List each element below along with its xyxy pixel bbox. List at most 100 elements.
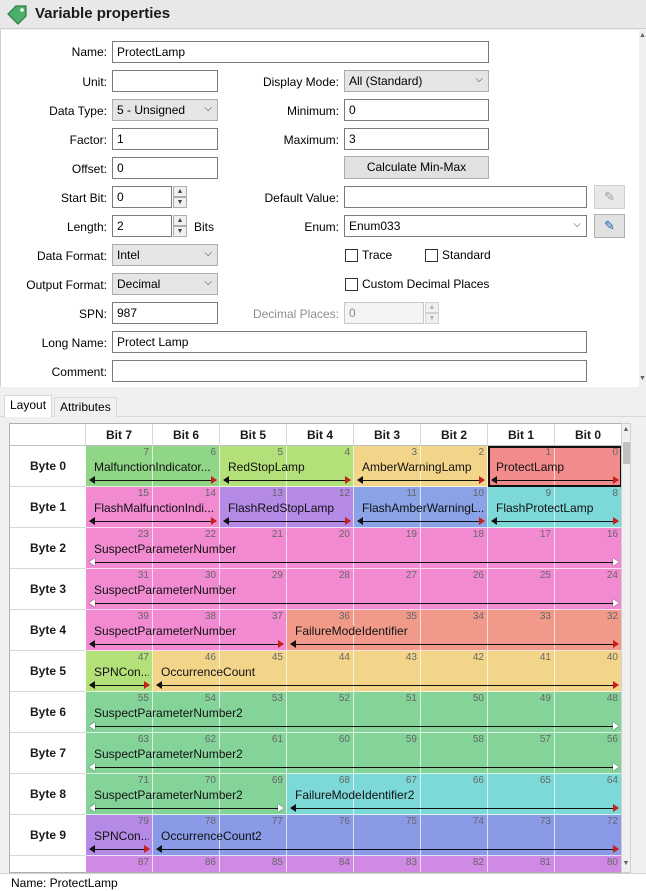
signal-extent-line xyxy=(358,521,484,522)
maximum-input[interactable]: 3 xyxy=(344,128,489,150)
bit-number: 50 xyxy=(472,693,484,704)
scroll-down-icon[interactable]: ▼ xyxy=(639,375,646,383)
bit-number: 45 xyxy=(271,652,283,663)
bit-number: 49 xyxy=(539,693,551,704)
start-bit-label: Start Bit: xyxy=(60,191,107,205)
signal-label[interactable]: SuspectParameterNumber xyxy=(94,542,618,556)
signal-label[interactable]: SuspectParameterNumber xyxy=(94,624,283,638)
spin-up-icon[interactable]: ▲ xyxy=(173,186,187,197)
length-spinner[interactable]: ▲ ▼ xyxy=(173,215,187,237)
signal-label[interactable]: RedStopLamp xyxy=(228,460,350,474)
bit-number: 83 xyxy=(405,857,417,868)
bit-number: 55 xyxy=(137,693,149,704)
output-format-select[interactable]: Decimal ⌵ xyxy=(112,273,218,295)
spin-up-icon[interactable]: ▲ xyxy=(425,302,439,313)
lsb-marker-icon xyxy=(479,476,485,484)
data-type-select[interactable]: 5 - Unsigned ⌵ xyxy=(112,99,218,121)
signal-label[interactable]: SPNCon... xyxy=(94,829,149,843)
bit-number: 43 xyxy=(405,652,417,663)
signal-extent-line xyxy=(492,521,618,522)
spn-label: SPN: xyxy=(78,307,107,321)
custom-decimal-label: Custom Decimal Places xyxy=(362,277,490,291)
signal-label[interactable]: MalfunctionIndicator... xyxy=(94,460,216,474)
bit-number: 77 xyxy=(271,816,283,827)
signal-label[interactable]: FailureModeIdentifier2 xyxy=(295,788,618,802)
bit-number: 17 xyxy=(539,529,551,540)
signal-label[interactable]: FlashAmberWarningL... xyxy=(362,501,484,515)
signal-label[interactable]: OccurrenceCount2 xyxy=(161,829,618,843)
spin-up-icon[interactable]: ▲ xyxy=(173,215,187,226)
scroll-up-icon[interactable]: ▲ xyxy=(622,426,630,433)
default-value-input[interactable] xyxy=(344,186,587,208)
bit-number: 84 xyxy=(338,857,350,868)
calculate-min-max-button[interactable]: Calculate Min-Max xyxy=(344,156,489,179)
properties-scrollbar[interactable]: ▲ ▼ xyxy=(639,30,646,387)
custom-decimal-checkbox[interactable]: Custom Decimal Places xyxy=(345,277,505,293)
signal-extent-line xyxy=(291,644,618,645)
byte-row-header: Byte 5 xyxy=(10,651,86,692)
edit-enum-button[interactable]: ✎ xyxy=(594,214,625,238)
signal-label[interactable]: AmberWarningLamp xyxy=(362,460,484,474)
arrow-left-icon xyxy=(89,640,95,648)
signal-label[interactable]: SPNCon... xyxy=(94,665,149,679)
signal-label[interactable]: SuspectParameterNumber2 xyxy=(94,788,283,802)
arrow-left-icon xyxy=(357,476,363,484)
edit-default-button[interactable]: ✎ xyxy=(594,185,625,209)
bit-number: 9 xyxy=(545,488,551,499)
bit-number: 47 xyxy=(137,652,149,663)
grid-scrollbar[interactable]: ▲ ▼ xyxy=(621,423,631,873)
spin-down-icon[interactable]: ▼ xyxy=(173,226,187,237)
bit-number: 29 xyxy=(271,570,283,581)
signal-label[interactable]: FlashRedStopLamp xyxy=(228,501,350,515)
decimal-places-input[interactable]: 0 xyxy=(344,302,424,324)
signal-label[interactable]: SuspectParameterNumber xyxy=(94,583,618,597)
output-format-value: Decimal xyxy=(117,277,161,291)
enum-select[interactable]: Enum033 ⌵ xyxy=(344,215,587,237)
unit-input[interactable] xyxy=(112,70,218,92)
bit-number: 10 xyxy=(472,488,484,499)
scroll-thumb[interactable] xyxy=(623,442,630,464)
length-input[interactable]: 2 xyxy=(112,215,172,237)
bit-number: 8 xyxy=(612,488,618,499)
decimal-places-spinner[interactable]: ▲ ▼ xyxy=(425,302,439,324)
checkbox-box[interactable] xyxy=(425,249,438,262)
start-bit-spinner[interactable]: ▲ ▼ xyxy=(173,186,187,208)
bit-number: 26 xyxy=(472,570,484,581)
bit-layout-grid[interactable]: Bit 7 Bit 6 Bit 5 Bit 4 Bit 3 Bit 2 Bit 1 Bit 0… xyxy=(9,423,631,873)
tab-attributes[interactable]: Attributes xyxy=(54,397,117,417)
signal-label[interactable]: SuspectParameterNumber2 xyxy=(94,747,618,761)
scroll-down-icon[interactable]: ▼ xyxy=(622,860,630,867)
spin-down-icon[interactable]: ▼ xyxy=(425,313,439,324)
checkbox-box[interactable] xyxy=(345,249,358,262)
bit-number: 41 xyxy=(539,652,551,663)
checkbox-box[interactable] xyxy=(345,278,358,291)
start-bit-input[interactable]: 0 xyxy=(112,186,172,208)
scroll-up-icon[interactable]: ▲ xyxy=(639,32,646,40)
long-name-input[interactable]: Protect Lamp xyxy=(112,331,587,353)
name-input[interactable]: ProtectLamp xyxy=(112,41,489,63)
data-format-value: Intel xyxy=(117,248,140,262)
signal-label[interactable]: OccurrenceCount xyxy=(161,665,618,679)
comment-input[interactable] xyxy=(112,360,587,382)
factor-input[interactable]: 1 xyxy=(112,128,218,150)
spin-down-icon[interactable]: ▼ xyxy=(173,197,187,208)
signal-extent-line xyxy=(358,480,484,481)
standard-checkbox[interactable]: Standard xyxy=(425,248,505,264)
tab-layout[interactable]: Layout xyxy=(4,395,53,417)
signal-label[interactable]: SuspectParameterNumber2 xyxy=(94,706,618,720)
display-mode-select[interactable]: All (Standard) ⌵ xyxy=(344,70,489,92)
signal-label[interactable]: FailureModeIdentifier xyxy=(295,624,618,638)
signal-label[interactable]: FlashMalfunctionIndi... xyxy=(94,501,216,515)
trace-checkbox[interactable]: Trace xyxy=(345,248,405,264)
minimum-input[interactable]: 0 xyxy=(344,99,489,121)
panel-title: Variable properties xyxy=(35,5,171,22)
spn-input[interactable]: 987 xyxy=(112,302,218,324)
lsb-marker-icon xyxy=(613,517,619,525)
signal-label[interactable]: FlashProtectLamp xyxy=(496,501,618,515)
output-format-label: Output Format: xyxy=(26,278,107,292)
arrow-left-icon xyxy=(89,558,95,566)
data-format-select[interactable]: Intel ⌵ xyxy=(112,244,218,266)
lsb-marker-icon xyxy=(613,804,619,812)
offset-input[interactable]: 0 xyxy=(112,157,218,179)
bit-number: 39 xyxy=(137,611,149,622)
